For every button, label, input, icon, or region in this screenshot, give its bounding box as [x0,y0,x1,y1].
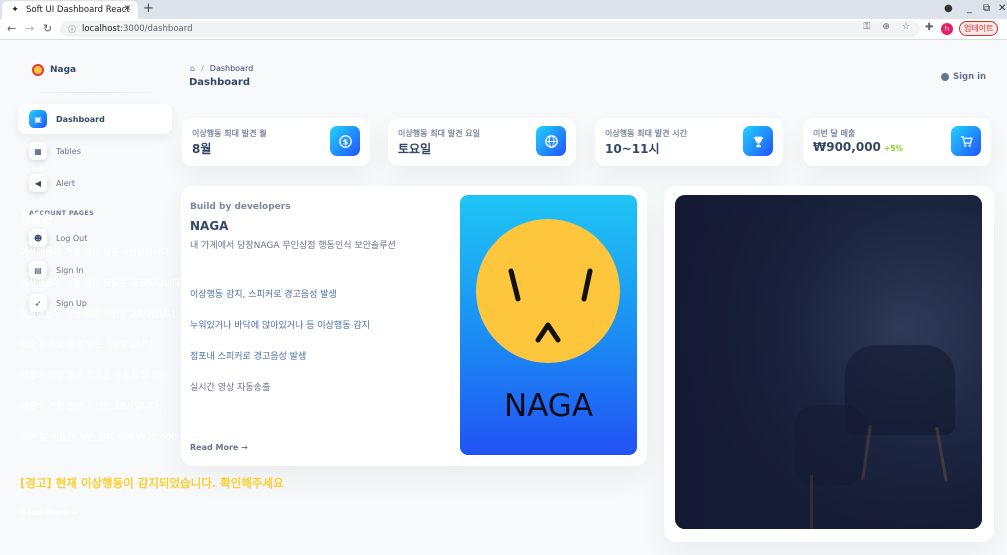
build-feature: 실시간 영상 자동송출 [190,383,271,393]
url-field[interactable]: ⓘ localhost :3000/dashboard ⚿ ⊕ ☆ [60,21,920,37]
star-icon[interactable]: ☆ [902,22,910,32]
svg-text:$: $ [342,136,348,146]
home-icon[interactable]: ⌂ [190,64,195,73]
sidebar-item-tables[interactable]: ▦ Tables [18,136,172,166]
stat-card-weekday: 이상행동 최대 발견 요일 토요일 [388,118,576,166]
build-feature: 이상행동 감지, 스피커로 경고음성 발생 [190,290,337,300]
breadcrumb-separator: / [201,64,204,73]
sidebar-divider [28,92,158,93]
reload-icon[interactable]: ↻ [43,22,52,36]
stat-value: ₩900,000 +5% [813,140,903,154]
status-overlay [675,195,982,529]
build-feature: 점포내 스피커로 경고음성 발생 [190,352,307,362]
megaphone-icon: ◀ [29,174,47,192]
trophy-icon [743,126,773,156]
stat-card-hour: 이상행동 최대 발견 시간 10~11시 [595,118,783,166]
stat-value: 8월 [192,142,212,156]
status-line: 매출이 가장 많은 달은 9월달입니다. [20,340,156,350]
react-favicon-icon: ✦ [11,5,19,15]
build-feature: 누워있거나 바닥에 앉아있거나 등 이상행동 감지 [190,321,370,331]
sidebar-item-label: Tables [56,146,81,156]
new-tab-button[interactable]: + [143,1,154,17]
stat-label: 이번 달 매출 [813,129,856,138]
status-card [664,186,994,542]
sidebar-item-label: Dashboard [56,114,105,124]
globe-icon [536,126,566,156]
breadcrumb-current: Dashboard [209,64,254,73]
office-icon: ▦ [29,142,47,160]
breadcrumb: ⌂ / Dashboard [190,64,253,73]
page-title: Dashboard [189,77,250,88]
build-title: NAGA [190,219,229,233]
status-title: 상황판 [20,212,54,226]
status-line: 매출이 가장 많은 시간은 18시입니다. [20,402,162,412]
status-background-photo [675,195,982,529]
sign-in-link[interactable]: Sign in [941,72,986,82]
status-line: 이번 달 매출은 저번 달에 비해 ₩10,000 증가했습니다. [20,433,233,443]
close-window-button[interactable]: ✕ [998,2,1006,16]
info-icon[interactable]: ⓘ [68,24,76,35]
stat-label: 이상행동 최대 발견 요일 [398,129,480,138]
sidebar-item-label: Alert [56,178,76,188]
status-line: 이상행동이 가장 많은 시간은 23시입니다. [20,310,179,320]
zoom-icon[interactable]: ⊕ [882,22,890,32]
status-line: 이상행동이 가장 많은 달은 8월달입니다. [20,248,173,258]
naga-logo-panel: NAGA [460,195,637,455]
forward-icon[interactable]: → [25,22,34,36]
shop-icon: ▣ [29,110,47,128]
url-host: localhost [82,24,121,34]
dollar-icon: $ [330,126,360,156]
extensions-icon[interactable]: ✚ [925,22,933,33]
address-bar-row: ← → ↻ ⓘ localhost :3000/dashboard ⚿ ⊕ ☆ … [0,19,1007,40]
stat-card-month: 이상행동 최대 발견 월 8월 $ [182,118,370,166]
sidebar-item-label: Sign In [56,265,84,275]
stat-label: 이상행동 최대 발견 월 [192,129,267,138]
status-line: 이상행동이 가장 많은 요일은 금요일입니다. [20,279,184,289]
build-description: 내 가게에서 당장NAGA 무인상점 행동인식 보안솔루션 [190,241,396,251]
sidebar: Naga ▣ Dashboard ▦ Tables ◀ Alert ACCOUN… [18,52,172,532]
url-path: :3000/dashboard [120,24,193,34]
browser-tab-bar: ✦ Soft UI Dashboard React ✕ + ● _ ⧉ ✕ [0,0,1007,19]
stat-value: 토요일 [398,142,432,156]
status-line: 매출이 가장 많은 요일은 수요일입니다. [20,371,167,381]
warning-message: [경고] 현재 이상행동이 감지되었습니다. 확인해주세요 [20,476,284,490]
brand-name: Naga [50,65,77,75]
browser-tab[interactable]: ✦ Soft UI Dashboard React ✕ [2,1,138,19]
profile-avatar[interactable]: h [941,23,953,35]
cart-icon [951,126,981,156]
record-icon[interactable]: ● [944,2,953,16]
update-button[interactable]: 업데이트 [959,21,999,36]
sidebar-item-dashboard[interactable]: ▣ Dashboard [18,104,172,134]
read-more-link[interactable]: Read More → [190,443,248,452]
build-eyebrow: Build by developers [190,202,291,212]
naga-logo-word: NAGA [503,388,594,424]
brand[interactable]: Naga [32,64,76,76]
stat-card-sales: 이번 달 매출 ₩900,000 +5% [803,118,991,166]
stat-value: 10~11시 [605,142,660,156]
tab-close-icon[interactable]: ✕ [123,4,131,14]
status-read-more-link[interactable]: Read More → [20,508,78,517]
build-card: Build by developers NAGA 내 가게에서 당장NAGA 무… [181,186,647,466]
sign-in-label: Sign in [953,72,987,82]
sidebar-item-label: Log Out [56,233,88,243]
naga-face-icon [476,219,620,363]
naga-logo-icon [32,64,44,76]
sidebar-item-alert[interactable]: ◀ Alert [18,168,172,198]
stat-delta: +5% [883,144,903,153]
back-icon[interactable]: ← [7,22,16,36]
key-icon[interactable]: ⚿ [864,22,871,32]
user-icon [941,73,949,81]
tab-title: Soft UI Dashboard React [26,5,130,15]
stat-label: 이상행동 최대 발견 시간 [605,129,687,138]
minimize-button[interactable]: _ [967,2,972,16]
maximize-button[interactable]: ⧉ [983,2,990,16]
